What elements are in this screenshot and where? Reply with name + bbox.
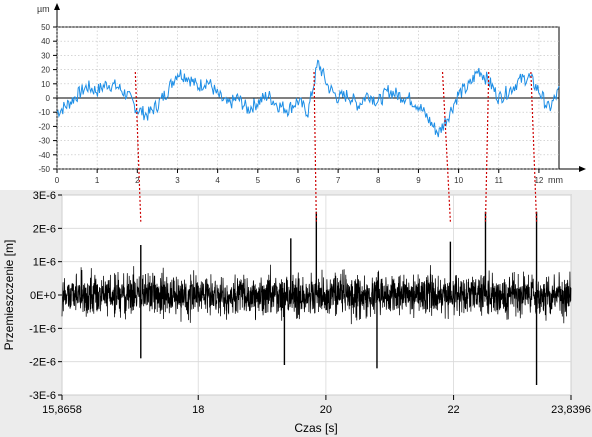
- bottom-y-tick-label: 2E-6: [33, 223, 56, 235]
- bottom-y-tick-label: -2E-6: [29, 357, 56, 369]
- top-y-tick-label: -40: [38, 151, 50, 160]
- top-x-tick-label: 4: [215, 176, 220, 185]
- bottom-x-tick-label: 20: [320, 404, 332, 416]
- bottom-y-axis-label: Przemieszczenie [m]: [2, 240, 16, 351]
- bottom-y-tick-label: 3E-6: [33, 190, 56, 202]
- bottom-y-tick-label: -1E-6: [29, 323, 56, 335]
- top-y-tick-label: 40: [41, 37, 50, 46]
- top-y-tick-label: 50: [41, 23, 50, 32]
- top-y-unit-label: µm: [37, 4, 50, 14]
- top-y-tick-label: -10: [38, 108, 50, 117]
- top-x-tick-label: 10: [454, 176, 463, 185]
- top-chart: 50 40 30 20 10 0 -10 -20 -30 -40 -50 0 1 2 3 4 5 6 7 8 9 10 1…: [37, 3, 586, 185]
- top-x-tick-label: 3: [175, 176, 180, 185]
- bottom-y-tick-label: 1E-6: [33, 257, 56, 269]
- top-x-tick-label: 5: [256, 176, 261, 185]
- top-x-tick-label: 6: [296, 176, 301, 185]
- top-y-tick-label: 0: [46, 94, 51, 103]
- top-y-tick-label: 30: [41, 51, 50, 60]
- bottom-x-tick-label: 18: [192, 404, 204, 416]
- bottom-x-axis-label: Czas [s]: [294, 421, 337, 435]
- top-y-tick-label: -20: [38, 122, 50, 131]
- top-x-tick-label: 12: [534, 176, 543, 185]
- bottom-x-tick-label: 15,8658: [42, 404, 82, 416]
- bottom-y-tick-label: -3E-6: [29, 390, 56, 402]
- top-y-tick-label: -50: [38, 165, 50, 174]
- chart-svg: 50 40 30 20 10 0 -10 -20 -30 -40 -50 0 1 2 3 4 5 6 7 8 9 10 1…: [0, 0, 592, 437]
- bottom-y-tick-label: 0E+0: [30, 290, 56, 302]
- top-x-tick-label: 7: [336, 176, 341, 185]
- top-x-tick-label: 8: [376, 176, 381, 185]
- chart-stage: 50 40 30 20 10 0 -10 -20 -30 -40 -50 0 1 2 3 4 5 6 7 8 9 10 1…: [0, 0, 592, 437]
- top-x-unit-label: mm: [548, 175, 563, 185]
- top-y-tick-label: -30: [38, 137, 50, 146]
- top-x-tick-label: 9: [416, 176, 421, 185]
- top-y-tick-label: 10: [41, 80, 50, 89]
- top-y-tick-label: 20: [41, 66, 50, 75]
- bottom-x-tick-label: 22: [447, 404, 459, 416]
- top-x-tick-label: 1: [95, 176, 100, 185]
- top-x-tick-label: 0: [55, 176, 60, 185]
- bottom-x-tick-label: 23,8396: [551, 404, 591, 416]
- top-x-tick-label: 11: [495, 176, 504, 185]
